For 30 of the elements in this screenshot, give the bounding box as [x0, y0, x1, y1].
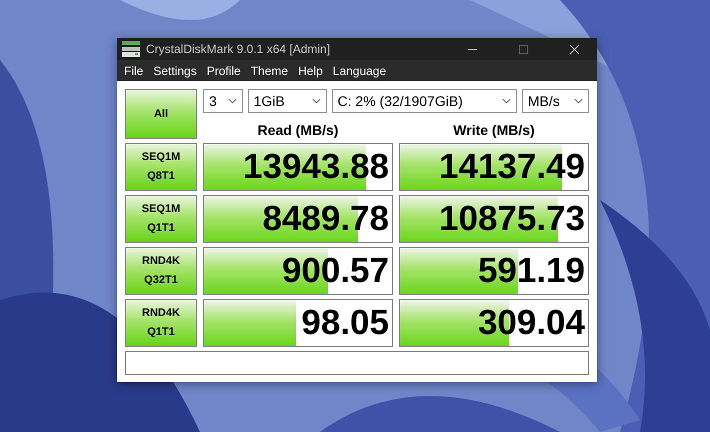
- column-header: Write (MB/s): [452, 122, 536, 139]
- menu-item[interactable]: File: [119, 64, 148, 78]
- dropdown[interactable]: 3: [203, 89, 243, 113]
- menu-item[interactable]: Theme: [246, 64, 294, 78]
- menu-item[interactable]: Help: [293, 64, 328, 78]
- test-button[interactable]: RND4K Q1T1: [125, 299, 197, 347]
- caret-icon: [228, 98, 237, 104]
- test-button[interactable]: SEQ1M Q1T1: [125, 195, 197, 243]
- test-button[interactable]: RND4K Q32T1: [125, 247, 197, 295]
- caret-icon: [502, 98, 511, 104]
- all-button[interactable]: All: [125, 89, 197, 139]
- dropdown[interactable]: C: 2% (32/1907GiB): [332, 89, 517, 113]
- close-icon[interactable]: [569, 44, 580, 55]
- comment-field[interactable]: [125, 351, 589, 375]
- disk-icon: [122, 41, 140, 58]
- caret-icon: [312, 98, 321, 104]
- column-header: Read (MB/s): [256, 122, 340, 139]
- result-value: 591.19: [478, 251, 586, 291]
- caret-icon: [574, 98, 583, 104]
- result-value: 309.04: [478, 303, 586, 343]
- test-button[interactable]: SEQ1M Q8T1: [125, 143, 197, 191]
- maximize-icon[interactable]: [518, 44, 529, 55]
- result-value: 98.05: [301, 303, 390, 343]
- menu-item[interactable]: Profile: [202, 64, 246, 78]
- dropdown[interactable]: MB/s: [522, 89, 589, 113]
- result-value: 900.57: [282, 251, 390, 291]
- menu-item[interactable]: Settings: [148, 64, 202, 78]
- menu-item[interactable]: Language: [328, 64, 392, 78]
- window-title: CrystalDiskMark 9.0.1 x64 [Admin]: [146, 42, 330, 56]
- dropdown[interactable]: 1GiB: [248, 89, 327, 113]
